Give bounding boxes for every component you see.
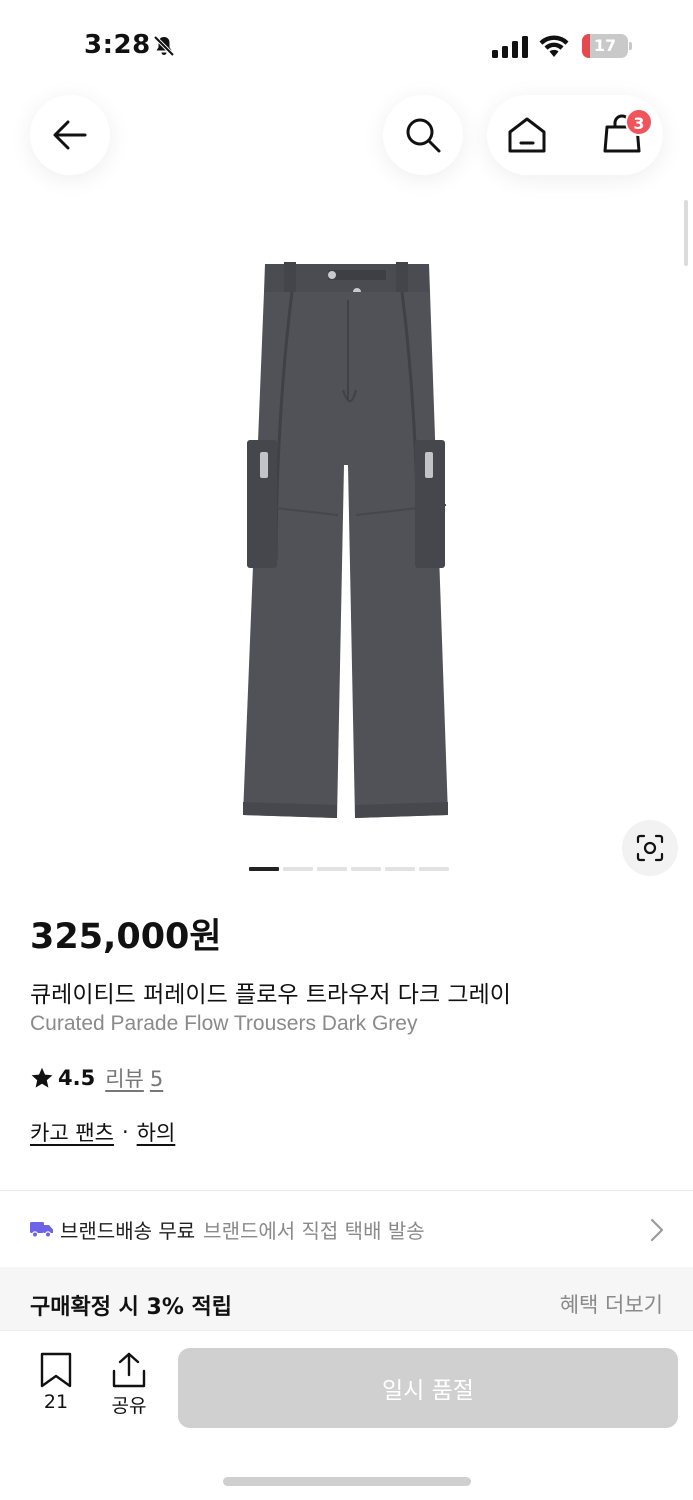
back-button[interactable] [30, 95, 110, 175]
status-time: 3:28 [84, 30, 151, 60]
share-button[interactable]: 공유 [104, 1351, 154, 1418]
gallery-dot[interactable] [283, 867, 313, 871]
gallery-dot[interactable] [419, 867, 449, 871]
bookmark-count: 21 [43, 1391, 69, 1413]
status-bar: 3:28 17 [0, 0, 693, 90]
rating-value: 4.5 [58, 1066, 96, 1090]
bell-off-icon [153, 35, 175, 57]
home-indicator[interactable] [223, 1477, 471, 1486]
visual-search-icon [636, 834, 664, 862]
rating-row: 4.5 리뷰 5 [30, 1063, 163, 1093]
cart-count-badge: 3 [625, 108, 653, 136]
bottom-action-bar: 21 공유 일시 품절 [0, 1330, 693, 1500]
bookmark-button[interactable]: 21 [28, 1351, 84, 1413]
benefit-more-link[interactable]: 혜택 더보기 [560, 1289, 663, 1319]
shipping-info-row[interactable]: 브랜드배송 무료 브랜드에서 직접 택배 발송 [0, 1191, 693, 1267]
review-label: 리뷰 [105, 1067, 144, 1091]
truck-icon [30, 1222, 53, 1238]
product-price: 325,000원 [30, 917, 222, 957]
scrollbar[interactable] [684, 200, 688, 266]
category-link-primary[interactable]: 카고 팬츠 [30, 1117, 114, 1147]
arrow-left-icon [53, 120, 87, 150]
gallery-dot[interactable] [351, 867, 381, 871]
battery-level: 17 [593, 36, 617, 55]
shipping-label: 브랜드배송 무료 [60, 1218, 196, 1243]
share-icon [112, 1352, 146, 1388]
star-icon [31, 1067, 53, 1088]
category-link-secondary[interactable]: 하의 [137, 1117, 176, 1147]
bookmark-icon [40, 1352, 72, 1388]
image-search-button[interactable] [622, 820, 678, 876]
product-image[interactable] [200, 240, 500, 840]
cellular-signal-icon [492, 36, 528, 58]
shipping-detail: 브랜드에서 직접 택배 발송 [203, 1218, 425, 1243]
benefit-text: 구매확정 시 3% 적립 [30, 1295, 233, 1320]
category-breadcrumb: 카고 팬츠 · 하의 [30, 1117, 175, 1147]
chevron-right-icon [650, 1218, 664, 1242]
product-title-ko: 큐레이티드 퍼레이드 플로우 트라우저 다크 그레이 [30, 982, 511, 1008]
product-title-en: Curated Parade Flow Trousers Dark Grey [30, 1012, 418, 1035]
review-link[interactable]: 리뷰 5 [105, 1063, 163, 1093]
home-icon[interactable] [506, 114, 548, 156]
share-label: 공유 [111, 1395, 147, 1417]
wifi-icon [539, 35, 569, 57]
review-count: 5 [149, 1067, 164, 1091]
search-button[interactable] [383, 95, 463, 175]
gallery-dot[interactable] [385, 867, 415, 871]
search-icon [406, 118, 441, 153]
gallery-pagination [249, 867, 449, 871]
gallery-dot[interactable] [317, 867, 347, 871]
battery-indicator: 17 [582, 34, 632, 58]
gallery-dot[interactable] [249, 867, 279, 871]
category-separator: · [121, 1120, 129, 1144]
sold-out-button[interactable]: 일시 품절 [178, 1348, 678, 1428]
